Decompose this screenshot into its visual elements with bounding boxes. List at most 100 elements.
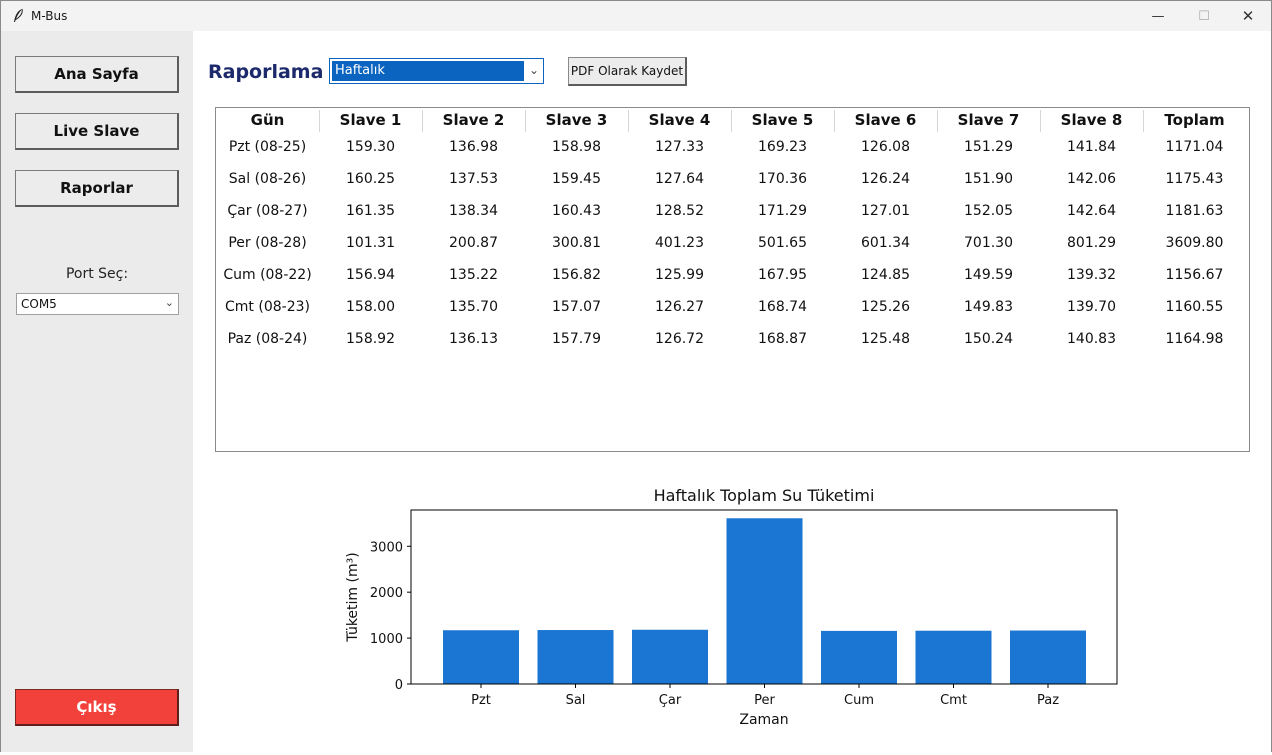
table-cell: Per (08-28) xyxy=(228,235,307,251)
table-cell: 169.23 xyxy=(758,139,807,155)
table-cell: 801.29 xyxy=(1067,235,1116,251)
chart-bar xyxy=(821,630,897,684)
report-period-select[interactable]: Haftalık ⌄ xyxy=(329,58,544,84)
home-button[interactable]: Ana Sayfa xyxy=(15,56,179,93)
table-cell: 157.79 xyxy=(552,331,601,347)
column-header[interactable]: Slave 1 xyxy=(319,111,422,129)
table-cell: 142.06 xyxy=(1067,171,1116,187)
column-header[interactable]: Slave 4 xyxy=(628,111,731,129)
x-tick-label: Cum xyxy=(844,693,874,708)
table-cell: 124.85 xyxy=(861,267,910,283)
x-axis-label: Zaman xyxy=(739,712,788,728)
column-separator xyxy=(731,110,732,132)
column-header[interactable]: Slave 8 xyxy=(1040,111,1143,129)
exit-button[interactable]: Çıkış xyxy=(15,689,179,726)
column-header[interactable]: Gün xyxy=(216,111,319,129)
y-tick-label: 0 xyxy=(395,678,403,693)
maximize-icon: ☐ xyxy=(1198,8,1210,24)
table-cell: Cum (08-22) xyxy=(223,267,312,283)
table-cell: 126.27 xyxy=(655,299,704,315)
table-row[interactable]: Paz (08-24) 158.92 136.13 157.79 126.72 168.8… xyxy=(216,331,1246,347)
x-tick-label: Paz xyxy=(1037,693,1059,708)
y-axis-label: Tüketim (m³) xyxy=(345,552,361,642)
title-bar: M-Bus — ☐ ✕ xyxy=(1,1,1271,31)
table-row[interactable]: Çar (08-27) 161.35 138.34 160.43 128.52 171.2… xyxy=(216,203,1246,219)
column-separator xyxy=(937,110,938,132)
column-header[interactable]: Slave 2 xyxy=(422,111,525,129)
table-cell: Sal (08-26) xyxy=(228,171,307,187)
table-cell: Çar (08-27) xyxy=(227,203,308,219)
minimize-icon: — xyxy=(1151,8,1165,24)
consumption-chart: Haftalık Toplam Su Tüketimi Pzt Sal Çar Per C… xyxy=(193,471,1271,751)
report-table[interactable]: Gün Slave 1 Slave 2 Slave 3 Slave 4 Slave 5 Sl… xyxy=(215,107,1250,452)
chart-bar xyxy=(537,630,614,684)
table-row[interactable]: Sal (08-26) 160.25 137.53 159.45 127.64 170.3… xyxy=(216,171,1246,187)
chevron-down-icon: ⌄ xyxy=(528,63,539,77)
table-row[interactable]: Pzt (08-25) 159.30 136.98 158.98 127.33 169.2… xyxy=(216,139,1246,155)
table-cell: Paz (08-24) xyxy=(227,331,308,347)
save-pdf-button[interactable]: PDF Olarak Kaydet xyxy=(568,57,687,86)
reports-button[interactable]: Raporlar xyxy=(15,170,179,207)
column-header[interactable]: Toplam xyxy=(1143,111,1246,129)
table-cell: 161.35 xyxy=(346,203,395,219)
column-header[interactable]: Slave 7 xyxy=(937,111,1040,129)
table-cell: 128.52 xyxy=(655,203,704,219)
table-row[interactable]: Per (08-28) 101.31 200.87 300.81 401.23 501.6… xyxy=(216,235,1246,251)
main-panel: Raporlama Haftalık ⌄ PDF Olarak Kaydet G… xyxy=(193,31,1271,752)
close-button[interactable]: ✕ xyxy=(1225,1,1271,31)
x-tick-label: Çar xyxy=(659,693,682,708)
chart-bar xyxy=(726,518,803,684)
column-header[interactable]: Slave 5 xyxy=(731,111,834,129)
chart-bar xyxy=(1010,630,1086,684)
table-cell: 401.23 xyxy=(655,235,704,251)
y-tick-label: 3000 xyxy=(370,540,403,555)
y-tick-label: 2000 xyxy=(370,586,403,601)
table-cell: 156.82 xyxy=(552,267,601,283)
table-cell: 158.00 xyxy=(346,299,395,315)
chevron-down-icon: ⌄ xyxy=(164,296,174,309)
table-cell: 135.22 xyxy=(449,267,498,283)
table-cell: 168.74 xyxy=(758,299,807,315)
column-separator xyxy=(1040,110,1041,132)
table-cell: 152.05 xyxy=(964,203,1013,219)
live-slave-button[interactable]: Live Slave xyxy=(15,113,179,150)
table-cell: 151.90 xyxy=(964,171,1013,187)
table-cell: 139.70 xyxy=(1067,299,1116,315)
table-cell: 126.08 xyxy=(861,139,910,155)
table-cell: 127.64 xyxy=(655,171,704,187)
maximize-button[interactable]: ☐ xyxy=(1181,1,1227,31)
app-window: M-Bus — ☐ ✕ Ana Sayfa Live Slave Raporla… xyxy=(0,0,1272,752)
column-separator xyxy=(525,110,526,132)
table-row[interactable]: Cum (08-22) 156.94 135.22 156.82 125.99 167.9… xyxy=(216,267,1246,283)
y-tick-label: 1000 xyxy=(370,632,403,647)
sidebar: Ana Sayfa Live Slave Raporlar Port Seç: … xyxy=(1,31,193,752)
table-cell: 158.92 xyxy=(346,331,395,347)
table-cell: 149.83 xyxy=(964,299,1013,315)
chart-svg: Haftalık Toplam Su Tüketimi Pzt Sal Çar Per C… xyxy=(345,486,1118,728)
table-cell: 159.30 xyxy=(346,139,395,155)
column-separator xyxy=(422,110,423,132)
table-cell: 200.87 xyxy=(449,235,498,251)
table-cell: 157.07 xyxy=(552,299,601,315)
x-tick-label: Cmt xyxy=(940,693,967,708)
table-cell: 137.53 xyxy=(449,171,498,187)
table-cell: 168.87 xyxy=(758,331,807,347)
table-row[interactable]: Cmt (08-23) 158.00 135.70 157.07 126.27 168.7… xyxy=(216,299,1246,315)
column-header[interactable]: Slave 3 xyxy=(525,111,628,129)
table-cell: 601.34 xyxy=(861,235,910,251)
table-cell: 125.48 xyxy=(861,331,910,347)
table-cell: 136.98 xyxy=(449,139,498,155)
table-cell: 701.30 xyxy=(964,235,1013,251)
column-header[interactable]: Slave 6 xyxy=(834,111,937,129)
column-separator xyxy=(319,110,320,132)
table-cell: 127.33 xyxy=(655,139,704,155)
table-cell: 158.98 xyxy=(552,139,601,155)
port-select-value: COM5 xyxy=(21,297,57,311)
table-cell: 142.64 xyxy=(1067,203,1116,219)
table-cell: Pzt (08-25) xyxy=(228,139,307,155)
minimize-button[interactable]: — xyxy=(1135,1,1181,31)
port-select[interactable]: COM5 ⌄ xyxy=(16,293,179,315)
table-cell: 160.25 xyxy=(346,171,395,187)
table-cell: 138.34 xyxy=(449,203,498,219)
table-cell: 1156.67 xyxy=(1165,267,1224,283)
